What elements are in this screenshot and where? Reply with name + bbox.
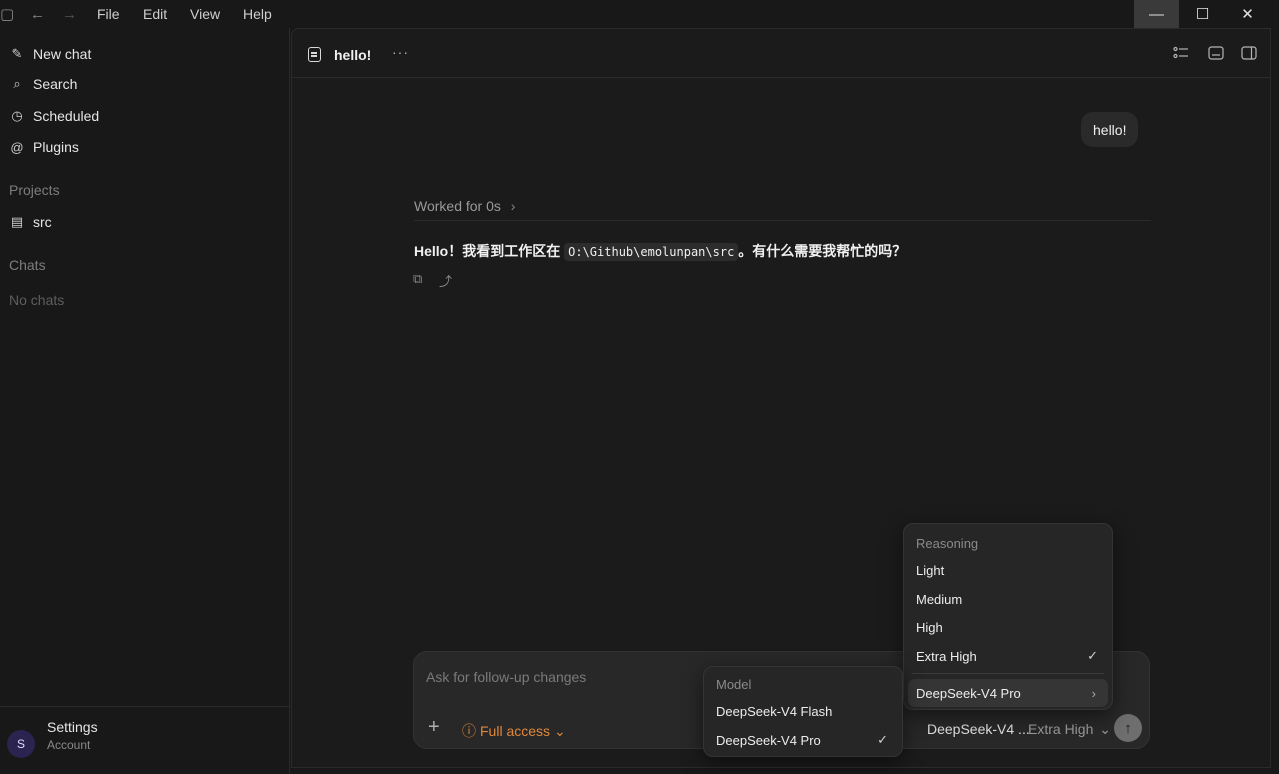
- reply-text: Hello！我看到工作区在: [414, 243, 565, 259]
- minimize-icon[interactable]: —: [1134, 0, 1179, 28]
- option-label: Medium: [916, 591, 963, 607]
- model-option-pro[interactable]: DeepSeek-V4 Pro ✓: [704, 726, 902, 754]
- menu-divider: [912, 673, 1104, 674]
- model-submenu-trigger[interactable]: DeepSeek-V4 Pro ›: [908, 679, 1108, 707]
- back-icon[interactable]: ←: [30, 0, 45, 28]
- chats-empty-text: No chats: [9, 292, 65, 308]
- option-label: DeepSeek-V4 Flash: [716, 703, 833, 719]
- chevron-down-icon: ⌄: [554, 722, 566, 739]
- sidebar-item-label: Search: [33, 76, 78, 92]
- sidebar-divider: [0, 706, 290, 707]
- option-label: High: [916, 619, 943, 635]
- copy-icon[interactable]: ⧉: [413, 271, 422, 287]
- reasoning-label: Extra High: [1028, 721, 1094, 737]
- reasoning-option-medium[interactable]: Medium: [904, 585, 1112, 613]
- maximize-icon[interactable]: ☐: [1180, 0, 1225, 28]
- chats-heading: Chats: [9, 257, 46, 273]
- sidebar-item-label: src: [33, 214, 52, 230]
- settings-link[interactable]: Settings: [47, 719, 98, 735]
- search-icon: ⌕: [13, 76, 21, 91]
- reasoning-heading: Reasoning: [916, 536, 979, 551]
- checklist-icon[interactable]: [1173, 46, 1189, 60]
- access-dropdown[interactable]: ⓘ Full access ⌄: [462, 721, 566, 741]
- sidebar-item-scheduled[interactable]: ◷ Scheduled: [0, 101, 290, 131]
- reasoning-option-high[interactable]: High: [904, 613, 1112, 641]
- chat-header: hello! ···: [292, 29, 1270, 78]
- sidebar-item-project-src[interactable]: ▤ src: [0, 207, 290, 237]
- reasoning-option-extra-high[interactable]: Extra High ✓: [904, 642, 1112, 670]
- workspace-path: O:\Github\emolunpan\src: [564, 243, 739, 261]
- option-label: Extra High: [916, 648, 977, 664]
- reasoning-selector[interactable]: Extra High ⌄: [1028, 721, 1111, 738]
- clock-icon: ◷: [11, 108, 23, 123]
- edit-icon: ✎: [11, 46, 23, 61]
- document-icon: [308, 47, 321, 62]
- user-message: hello!: [1081, 112, 1139, 147]
- sidebar-item-label: Scheduled: [33, 108, 100, 124]
- page-title: hello!: [334, 47, 372, 63]
- more-options-button[interactable]: ···: [392, 44, 409, 60]
- projects-heading: Projects: [9, 182, 60, 198]
- side-panel-icon[interactable]: [1241, 46, 1257, 60]
- sidebar: ✎ New chat ⌕ Search ◷ Scheduled @ Plugin…: [0, 28, 290, 774]
- sidebar-item-new-chat[interactable]: ✎ New chat: [0, 39, 290, 69]
- branch-icon[interactable]: ⤴: [439, 271, 452, 290]
- assistant-reply: Hello！我看到工作区在 O:\Github\emolunpan\src 。有什…: [414, 241, 906, 261]
- close-icon[interactable]: ✕: [1225, 0, 1270, 28]
- option-label: DeepSeek-V4 Pro: [716, 732, 821, 748]
- model-menu: Model DeepSeek-V4 Flash DeepSeek-V4 Pro …: [703, 666, 903, 757]
- chevron-right-icon: ›: [1091, 685, 1096, 701]
- warning-icon: ⓘ: [462, 723, 476, 739]
- sidebar-item-label: New chat: [33, 46, 92, 62]
- sidebar-item-plugins[interactable]: @ Plugins: [0, 132, 290, 162]
- chevron-down-icon: ⌄: [1099, 721, 1111, 737]
- divider: [414, 220, 1151, 221]
- reply-text-end: 。有什么需要我帮忙的吗？: [738, 243, 907, 259]
- worked-status[interactable]: Worked for 0s ›: [414, 198, 515, 214]
- reasoning-menu: Reasoning Light Medium High Extra High ✓…: [903, 523, 1113, 710]
- folder-icon: ▤: [10, 214, 24, 229]
- account-label: Account: [47, 738, 91, 752]
- avatar[interactable]: S: [7, 730, 35, 758]
- check-icon: ✓: [877, 732, 888, 747]
- message-input[interactable]: Ask for follow-up changes: [426, 669, 586, 685]
- chevron-right-icon: ›: [510, 198, 516, 214]
- add-attachment-icon[interactable]: +: [428, 716, 440, 739]
- model-selector[interactable]: DeepSeek-V4 ...: [927, 721, 1030, 737]
- menu-view[interactable]: View: [190, 0, 220, 28]
- title-bar: ▢ ← → File Edit View Help — ☐ ✕: [0, 0, 1279, 28]
- check-icon: ✓: [1087, 648, 1098, 663]
- forward-icon[interactable]: →: [62, 0, 77, 28]
- worked-label: Worked for 0s: [414, 198, 501, 214]
- option-label: DeepSeek-V4 Pro: [916, 685, 1021, 701]
- at-icon: @: [10, 139, 24, 155]
- sidebar-item-search[interactable]: ⌕ Search: [0, 69, 290, 99]
- reasoning-option-light[interactable]: Light: [904, 556, 1112, 584]
- menu-edit[interactable]: Edit: [143, 0, 167, 28]
- option-label: Light: [916, 562, 945, 578]
- menu-help[interactable]: Help: [243, 0, 272, 28]
- model-option-flash[interactable]: DeepSeek-V4 Flash: [704, 697, 902, 725]
- send-button[interactable]: ↑: [1114, 714, 1142, 742]
- access-label: Full access: [480, 723, 551, 739]
- sidebar-item-label: Plugins: [33, 139, 79, 155]
- terminal-panel-icon[interactable]: [1208, 46, 1224, 60]
- menu-file[interactable]: File: [97, 0, 120, 28]
- sidebar-toggle-icon[interactable]: ▢: [0, 0, 14, 28]
- chat-panel: hello! ··· hello! Worked for 0s › Hello！…: [291, 28, 1271, 768]
- model-heading: Model: [716, 677, 752, 692]
